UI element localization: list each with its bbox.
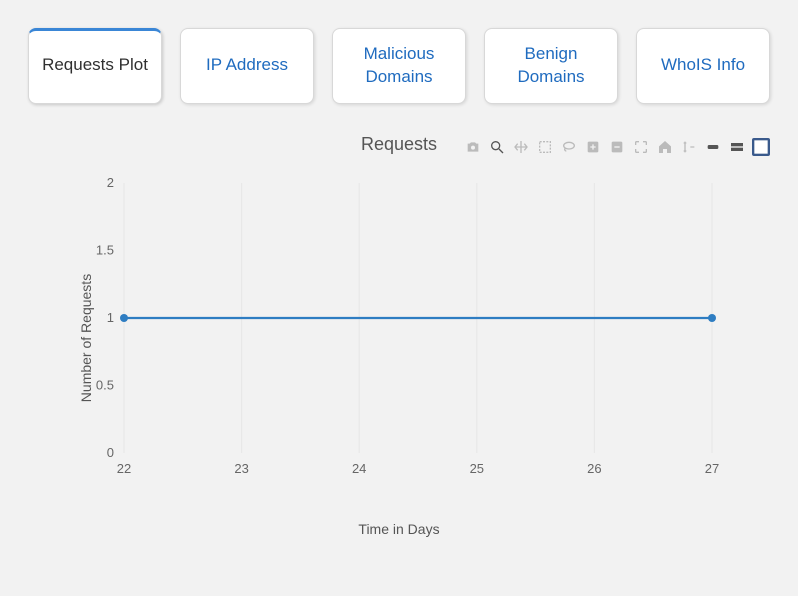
y-tick-label: 0.5: [96, 377, 114, 392]
tab-label: Benign Domains: [491, 43, 611, 89]
box-select-icon[interactable]: [536, 138, 554, 156]
x-tick-label: 25: [470, 461, 484, 476]
x-tick-label: 24: [352, 461, 366, 476]
series-point[interactable]: [708, 314, 716, 322]
tabs-row: Requests Plot IP Address Malicious Domains…: [10, 10, 788, 118]
pan-icon[interactable]: [512, 138, 530, 156]
x-tick-label: 23: [234, 461, 248, 476]
autoscale-icon[interactable]: [632, 138, 650, 156]
tab-whois-info[interactable]: WhoIS Info: [636, 28, 770, 104]
tab-ip-address[interactable]: IP Address: [180, 28, 314, 104]
chart-container: Requests Number of Requests 00.511.52222…: [28, 134, 770, 537]
chart-toolbar: [464, 138, 770, 156]
compare-icon[interactable]: [704, 138, 722, 156]
x-tick-label: 22: [117, 461, 131, 476]
closest-icon[interactable]: [728, 138, 746, 156]
chart-svg[interactable]: 00.511.52222324252627: [82, 173, 732, 483]
plot-area: Number of Requests 00.511.52222324252627: [28, 173, 770, 503]
y-tick-label: 1.5: [96, 242, 114, 257]
camera-icon[interactable]: [464, 138, 482, 156]
zoom-in-icon[interactable]: [584, 138, 602, 156]
spike-icon[interactable]: [680, 138, 698, 156]
lasso-icon[interactable]: [560, 138, 578, 156]
y-tick-label: 2: [107, 175, 114, 190]
tab-malicious-domains[interactable]: Malicious Domains: [332, 28, 466, 104]
x-tick-label: 27: [705, 461, 719, 476]
x-tick-label: 26: [587, 461, 601, 476]
zoom-icon[interactable]: [488, 138, 506, 156]
y-axis-label: Number of Requests: [78, 274, 94, 402]
y-tick-label: 1: [107, 310, 114, 325]
series-point[interactable]: [120, 314, 128, 322]
y-tick-label: 0: [107, 445, 114, 460]
tab-label: Malicious Domains: [339, 43, 459, 89]
zoom-out-icon[interactable]: [608, 138, 626, 156]
tab-label: WhoIS Info: [661, 54, 745, 77]
tab-requests-plot[interactable]: Requests Plot: [28, 28, 162, 104]
x-axis-label: Time in Days: [28, 521, 770, 537]
home-icon[interactable]: [656, 138, 674, 156]
tab-label: Requests Plot: [42, 54, 148, 77]
plotly-logo-icon[interactable]: [752, 138, 770, 156]
tab-benign-domains[interactable]: Benign Domains: [484, 28, 618, 104]
tab-label: IP Address: [206, 54, 288, 77]
